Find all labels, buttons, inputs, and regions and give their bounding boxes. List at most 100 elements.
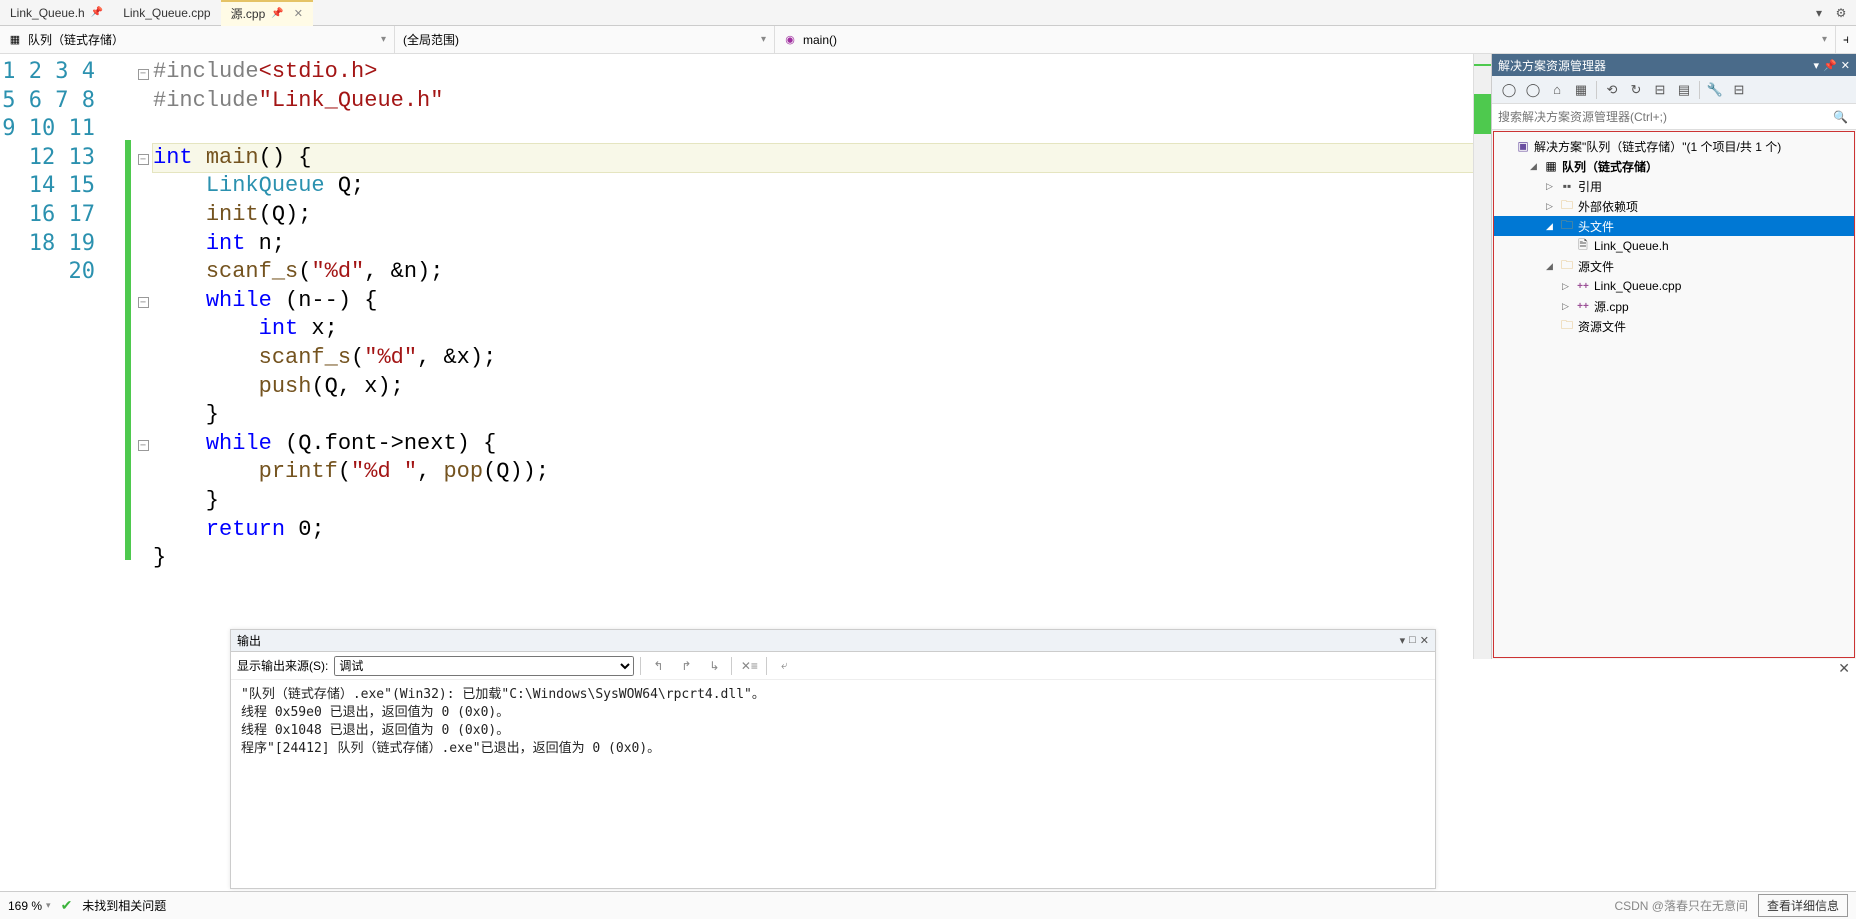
tab-link-queue-h[interactable]: Link_Queue.h 📌	[0, 0, 113, 26]
pin-icon[interactable]: 📌	[271, 8, 283, 19]
headers-node[interactable]: ◢ 🗀 头文件	[1494, 216, 1854, 236]
panel-titlebar: 解决方案资源管理器 ▾ 📌 ✕	[1492, 54, 1856, 76]
project-icon: ▦	[1542, 159, 1560, 173]
fold-toggle[interactable]: −	[138, 154, 149, 165]
tree-label: 外部依赖项	[1578, 198, 1638, 215]
expand-arrow-icon[interactable]: ◢	[1530, 161, 1542, 172]
issues-status[interactable]: 未找到相关问题	[82, 897, 166, 914]
solution-icon: ▣	[1514, 139, 1532, 153]
file-link-queue-h[interactable]: 🗎 Link_Queue.h	[1494, 236, 1854, 256]
scope-text: (全局范围)	[403, 31, 459, 48]
panel-title-text: 解决方案资源管理器	[1498, 57, 1606, 74]
cpp-file-icon: ++	[1574, 281, 1592, 292]
output-titlebar: 输出 ▾ □ ✕	[231, 630, 1435, 652]
fold-toggle[interactable]: −	[138, 69, 149, 80]
tree-label: Link_Queue.cpp	[1594, 279, 1681, 293]
back-icon[interactable]: ◯	[1498, 79, 1520, 101]
view-details-button[interactable]: 查看详细信息	[1758, 894, 1848, 917]
output-panel: 输出 ▾ □ ✕ 显示输出来源(S): 调试 ↰ ↱ ↳ ✕≡ ⤶ "队列（链式…	[230, 629, 1436, 889]
check-icon: ✔	[61, 897, 73, 914]
file-link-queue-cpp[interactable]: ▷ ++ Link_Queue.cpp	[1494, 276, 1854, 296]
expand-arrow-icon[interactable]: ▷	[1546, 201, 1558, 212]
close-icon[interactable]: ✕	[1838, 660, 1850, 682]
folder-icon: 🗀	[1558, 256, 1576, 277]
tab-link-queue-cpp[interactable]: Link_Queue.cpp	[113, 0, 220, 26]
solution-root[interactable]: ▣ 解决方案"队列（链式存储）"(1 个项目/共 1 个)	[1494, 136, 1854, 156]
status-bar: 169 % ✔ 未找到相关问题 CSDN @落春只在无意间 查看详细信息	[0, 891, 1856, 919]
project-scope-dropdown[interactable]: ▦ 队列（链式存储）	[0, 26, 395, 53]
show-all-icon[interactable]: ▤	[1673, 79, 1695, 101]
tree-label: 头文件	[1578, 218, 1614, 235]
tab-source-cpp[interactable]: 源.cpp 📌 ✕	[221, 0, 313, 26]
pin-icon[interactable]: 📌	[91, 7, 103, 18]
expand-arrow-icon[interactable]: ▷	[1546, 181, 1558, 192]
wrap-icon[interactable]: ⤶	[773, 655, 795, 677]
solution-toolbar: ◯ ◯ ⌂ ▦ ⟲ ↻ ⊟ ▤ 🔧 ⊟	[1492, 76, 1856, 104]
function-icon: ◉	[783, 33, 797, 47]
dropdown-icon[interactable]: ▾	[1810, 4, 1828, 22]
sources-node[interactable]: ◢ 🗀 源文件	[1494, 256, 1854, 276]
project-node[interactable]: ◢ ▦ 队列（链式存储）	[1494, 156, 1854, 176]
expand-arrow-icon[interactable]: ◢	[1546, 221, 1558, 232]
next-icon[interactable]: ↱	[675, 655, 697, 677]
split-icon[interactable]: ⫞	[1836, 26, 1856, 53]
code-text[interactable]: #include<stdio.h>#include"Link_Queue.h" …	[153, 54, 1473, 659]
search-input[interactable]	[1498, 110, 1850, 124]
switch-views-icon[interactable]: ▦	[1570, 79, 1592, 101]
dropdown-icon[interactable]: ▾	[1814, 59, 1820, 72]
side-panel-close-strip: ✕	[1490, 660, 1850, 682]
preview-icon[interactable]: ⊟	[1728, 79, 1750, 101]
tree-label: 源.cpp	[1594, 298, 1629, 315]
expand-arrow-icon[interactable]: ▷	[1562, 281, 1574, 292]
search-icon[interactable]: 🔍	[1833, 110, 1848, 124]
scroll-map[interactable]	[1473, 54, 1491, 659]
external-deps-node[interactable]: ▷ 🗀 外部依赖项	[1494, 196, 1854, 216]
resources-node[interactable]: 🗀 资源文件	[1494, 316, 1854, 336]
tree-label: 源文件	[1578, 258, 1614, 275]
solution-tree[interactable]: ▣ 解决方案"队列（链式存储）"(1 个项目/共 1 个) ◢ ▦ 队列（链式存…	[1493, 131, 1855, 658]
header-file-icon: 🗎	[1574, 236, 1592, 257]
document-tabs-bar: Link_Queue.h 📌 Link_Queue.cpp 源.cpp 📌 ✕ …	[0, 0, 1856, 26]
close-icon[interactable]: ✕	[1841, 59, 1850, 72]
collapse-icon[interactable]: ⊟	[1649, 79, 1671, 101]
fold-toggle[interactable]: −	[138, 440, 149, 451]
zoom-level[interactable]: 169 %	[8, 899, 51, 913]
output-text[interactable]: "队列（链式存储）.exe"(Win32): 已加载"C:\Windows\Sy…	[231, 680, 1435, 880]
scope-text: 队列（链式存储）	[28, 31, 124, 48]
refresh-icon[interactable]: ↻	[1625, 79, 1647, 101]
references-icon: ▪▪	[1558, 179, 1576, 193]
prev-icon[interactable]: ↰	[647, 655, 669, 677]
class-scope-dropdown[interactable]: (全局范围)	[395, 26, 775, 53]
sync-icon[interactable]: ⟲	[1601, 79, 1623, 101]
file-source-cpp[interactable]: ▷ ++ 源.cpp	[1494, 296, 1854, 316]
fold-gutter: − − − −	[133, 54, 153, 659]
references-node[interactable]: ▷ ▪▪ 引用	[1494, 176, 1854, 196]
expand-arrow-icon[interactable]: ▷	[1562, 301, 1574, 312]
tab-label: Link_Queue.cpp	[123, 6, 210, 20]
clear-icon[interactable]: ✕≡	[738, 655, 760, 677]
close-icon[interactable]: ✕	[1420, 634, 1429, 647]
close-icon[interactable]: ✕	[294, 7, 303, 20]
gear-icon[interactable]: ⚙	[1832, 4, 1850, 22]
tree-label: 引用	[1578, 178, 1602, 195]
dropdown-icon[interactable]: ▾	[1400, 634, 1406, 647]
scope-text: main()	[803, 33, 837, 47]
watermark-text: CSDN @落春只在无意间	[1614, 897, 1748, 914]
code-editor[interactable]: 1 2 3 4 5 6 7 8 9 10 11 12 13 14 15 16 1…	[0, 54, 1491, 659]
expand-arrow-icon[interactable]: ◢	[1546, 261, 1558, 272]
pin-icon[interactable]: 📌	[1823, 59, 1837, 72]
home-icon[interactable]: ⌂	[1546, 79, 1568, 101]
output-source-label: 显示输出来源(S):	[237, 657, 328, 674]
folder-icon: 🗀	[1558, 316, 1576, 337]
solution-search[interactable]: 🔍	[1492, 104, 1856, 130]
properties-icon[interactable]: 🔧	[1704, 79, 1726, 101]
forward-icon[interactable]: ◯	[1522, 79, 1544, 101]
fold-toggle[interactable]: −	[138, 297, 149, 308]
tree-label: 解决方案"队列（链式存储）"(1 个项目/共 1 个)	[1534, 138, 1781, 155]
tree-label: 队列（链式存储）	[1562, 158, 1658, 175]
output-source-select[interactable]: 调试	[334, 656, 634, 676]
tree-label: Link_Queue.h	[1594, 239, 1669, 253]
goto-icon[interactable]: ↳	[703, 655, 725, 677]
maximize-icon[interactable]: □	[1409, 634, 1416, 647]
function-scope-dropdown[interactable]: ◉ main()	[775, 26, 1836, 53]
